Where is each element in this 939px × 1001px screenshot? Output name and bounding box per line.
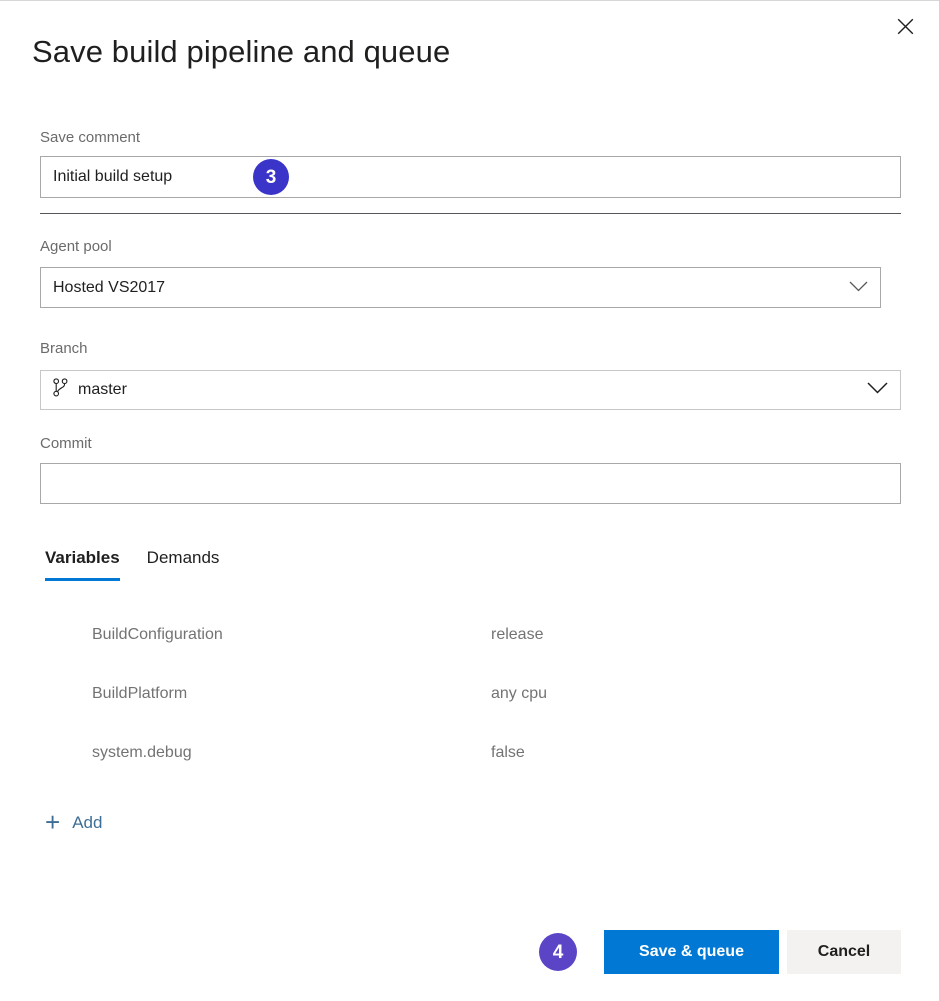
variable-value: release <box>491 625 544 643</box>
commit-label: Commit <box>40 435 92 452</box>
save-comment-label: Save comment <box>40 129 141 146</box>
close-button[interactable] <box>887 9 923 43</box>
agent-pool-label: Agent pool <box>40 238 112 255</box>
section-divider <box>40 213 901 214</box>
variable-name: BuildPlatform <box>92 684 188 702</box>
table-row[interactable]: BuildConfiguration release <box>92 605 792 664</box>
variable-name: BuildConfiguration <box>92 625 223 643</box>
save-build-pipeline-dialog: Save build pipeline and queue Save comme… <box>0 0 939 1001</box>
branch-select[interactable]: master <box>40 370 901 410</box>
chevron-down-icon <box>867 381 888 399</box>
tab-demands[interactable]: Demands <box>147 547 220 581</box>
commit-input[interactable] <box>40 463 901 504</box>
step-badge-4: 4 <box>539 933 577 971</box>
branch-value: master <box>78 381 127 398</box>
add-variable-button[interactable]: + Add <box>45 809 102 835</box>
cancel-button[interactable]: Cancel <box>787 930 901 974</box>
step-badge-3: 3 <box>253 159 289 195</box>
save-comment-input[interactable]: Initial build setup <box>40 156 901 198</box>
tab-list: Variables Demands <box>45 547 219 581</box>
save-and-queue-button[interactable]: Save & queue <box>604 930 779 974</box>
tab-variables[interactable]: Variables <box>45 547 120 581</box>
plus-icon: + <box>45 807 61 837</box>
branch-label: Branch <box>40 340 88 357</box>
variable-name: system.debug <box>92 743 192 761</box>
variable-value: any cpu <box>491 684 548 702</box>
save-comment-value: Initial build setup <box>53 168 173 185</box>
git-branch-icon <box>53 378 68 402</box>
close-icon <box>897 18 914 35</box>
chevron-down-icon <box>849 279 868 297</box>
agent-pool-value: Hosted VS2017 <box>53 278 166 296</box>
table-row[interactable]: system.debug false <box>92 723 792 782</box>
variable-value: false <box>491 743 525 761</box>
page-title: Save build pipeline and queue <box>32 34 451 69</box>
add-variable-label: Add <box>72 812 103 832</box>
variables-table: BuildConfiguration release BuildPlatform… <box>92 605 792 782</box>
agent-pool-select[interactable]: Hosted VS2017 <box>40 267 881 308</box>
table-row[interactable]: BuildPlatform any cpu <box>92 664 792 723</box>
